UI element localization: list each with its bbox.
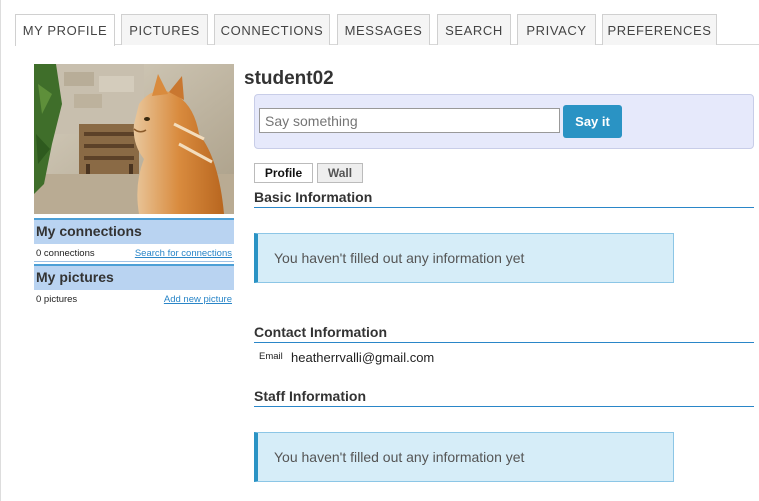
tab-privacy[interactable]: PRIVACY — [517, 14, 596, 45]
connections-row: 0 connections Search for connections — [34, 248, 234, 262]
email-label: Email — [259, 351, 283, 362]
say-it-button[interactable]: Say it — [563, 105, 622, 138]
pictures-count: 0 pictures — [36, 294, 78, 305]
search-connections-link[interactable]: Search for connections — [135, 248, 232, 259]
cat-photo-image — [34, 64, 234, 214]
tab-my-profile[interactable]: MY PROFILE — [15, 14, 115, 46]
staff-information-heading: Staff Information — [254, 388, 754, 407]
connections-divider — [34, 261, 234, 262]
tab-messages[interactable]: MESSAGES — [337, 14, 430, 45]
email-value: heatherrvalli@gmail.com — [291, 350, 435, 365]
tab-preferences[interactable]: PREFERENCES — [602, 14, 717, 45]
pictures-row: 0 pictures Add new picture — [34, 294, 234, 308]
staff-info-empty-message: You haven't filled out any information y… — [254, 432, 674, 482]
tab-pictures[interactable]: PICTURES — [121, 14, 208, 45]
tab-search[interactable]: SEARCH — [437, 14, 511, 45]
status-input[interactable] — [259, 108, 560, 133]
left-border — [0, 0, 1, 501]
main-tabs: MY PROFILE PICTURES CONNECTIONS MESSAGES… — [15, 14, 759, 46]
contact-information-heading: Contact Information — [254, 324, 754, 343]
profile-photo[interactable] — [34, 64, 234, 214]
status-update-box: Say it — [254, 94, 754, 149]
my-pictures-header: My pictures — [34, 264, 234, 290]
basic-information-heading: Basic Information — [254, 189, 754, 208]
profile-username: student02 — [244, 68, 334, 89]
basic-info-empty-message: You haven't filled out any information y… — [254, 233, 674, 283]
subtab-wall[interactable]: Wall — [317, 163, 363, 183]
tab-connections[interactable]: CONNECTIONS — [214, 14, 330, 45]
my-connections-header: My connections — [34, 218, 234, 244]
subtab-profile[interactable]: Profile — [254, 163, 313, 183]
connections-count: 0 connections — [36, 248, 95, 259]
add-picture-link[interactable]: Add new picture — [164, 294, 232, 305]
